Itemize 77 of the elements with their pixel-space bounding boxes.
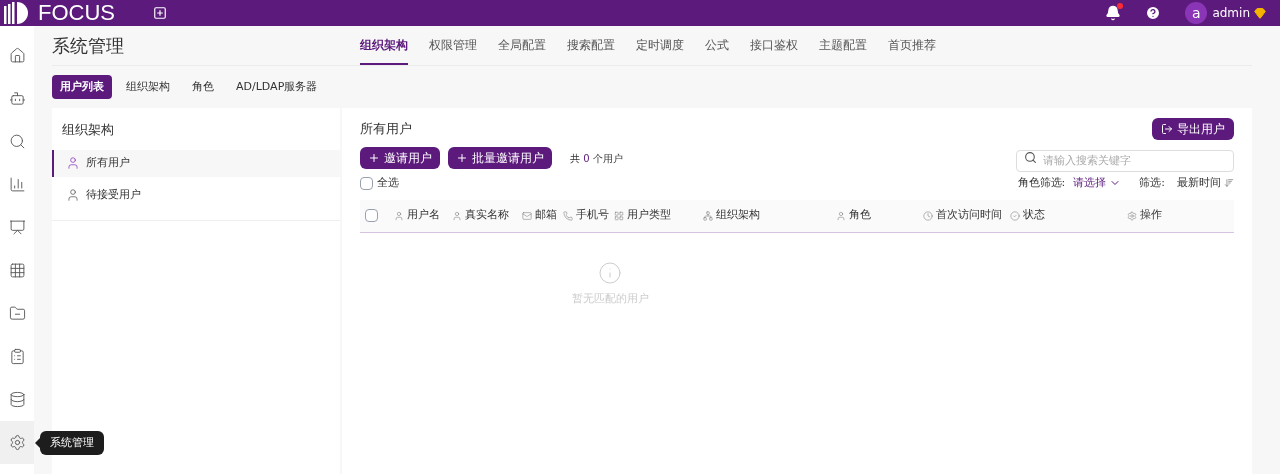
search-icon bbox=[8, 133, 26, 150]
home-icon bbox=[8, 47, 26, 64]
logo-icon bbox=[4, 2, 30, 24]
nav-tab[interactable]: 权限管理 bbox=[429, 26, 477, 65]
info-icon bbox=[598, 260, 622, 285]
nav-tab[interactable]: 接口鉴权 bbox=[750, 26, 798, 65]
presentation-icon bbox=[8, 219, 26, 236]
nav-tab[interactable]: 定时调度 bbox=[636, 26, 684, 65]
sub-tab[interactable]: AD/LDAP服务器 bbox=[228, 74, 326, 100]
notification-bell-icon[interactable] bbox=[1105, 5, 1122, 21]
column-header: 真实名称 bbox=[465, 207, 509, 224]
clock-icon bbox=[923, 210, 933, 221]
sub-tab[interactable]: 角色 bbox=[184, 74, 222, 100]
column-header: 首次访问时间 bbox=[936, 207, 1002, 224]
help-icon[interactable] bbox=[1145, 5, 1162, 21]
sub-tab[interactable]: 组织架构 bbox=[118, 74, 178, 100]
column-header: 用户名 bbox=[407, 207, 440, 224]
database-icon bbox=[8, 391, 26, 408]
panel-title: 组织架构 bbox=[61, 121, 115, 139]
settings-icon bbox=[1127, 210, 1137, 221]
nav-tab[interactable]: 主题配置 bbox=[819, 26, 867, 65]
nav-tab[interactable]: 公式 bbox=[705, 26, 729, 65]
user-icon bbox=[66, 188, 80, 202]
user-icon bbox=[836, 210, 846, 221]
diamond-icon bbox=[1254, 7, 1266, 19]
bar-chart-icon bbox=[8, 176, 26, 193]
export-icon bbox=[1161, 123, 1173, 135]
column-header: 角色 bbox=[849, 207, 871, 224]
user-avatar[interactable]: a bbox=[1185, 2, 1208, 24]
column-header: 邮箱 bbox=[535, 207, 557, 224]
invite-button[interactable]: 邀请用户 bbox=[360, 147, 440, 169]
role-filter-label: 角色筛选: bbox=[1017, 175, 1066, 191]
check-circle-icon bbox=[1010, 210, 1020, 221]
select-all-checkbox[interactable] bbox=[360, 176, 373, 190]
column-header: 操作 bbox=[1140, 207, 1162, 224]
user-icon bbox=[452, 210, 462, 221]
mail-icon bbox=[522, 210, 532, 221]
phone-icon bbox=[563, 210, 573, 221]
folder-icon bbox=[8, 305, 26, 322]
plus-icon bbox=[368, 152, 380, 164]
role-filter-dropdown[interactable]: 请选择 bbox=[1073, 175, 1122, 192]
user-icon bbox=[394, 210, 404, 221]
tooltip: 系统管理 bbox=[40, 431, 104, 455]
user-count: 共 0 个用户 bbox=[570, 151, 623, 166]
tree-item[interactable]: 所有用户 bbox=[52, 149, 340, 177]
search-icon bbox=[1024, 151, 1037, 164]
sort-label: 筛选: bbox=[1139, 175, 1165, 191]
sub-tab[interactable]: 用户列表 bbox=[52, 74, 112, 100]
nav-tab[interactable]: 组织架构 bbox=[360, 26, 408, 65]
page-title: 系统管理 bbox=[52, 34, 125, 58]
nav-tab[interactable]: 搜索配置 bbox=[567, 26, 615, 65]
nav-tab[interactable]: 首页推荐 bbox=[888, 26, 936, 65]
column-header: 手机号 bbox=[576, 207, 609, 224]
panel-title: 所有用户 bbox=[360, 120, 412, 139]
plus-icon bbox=[456, 152, 468, 164]
header-checkbox[interactable] bbox=[365, 209, 378, 222]
grid-icon bbox=[614, 210, 624, 221]
export-button[interactable]: 导出用户 bbox=[1152, 118, 1234, 140]
logo-text: FOCUS bbox=[38, 2, 115, 24]
add-icon[interactable] bbox=[153, 6, 167, 20]
sort-icon bbox=[1224, 178, 1234, 189]
table-icon bbox=[8, 262, 26, 279]
sort-dropdown[interactable]: 最新时间 bbox=[1177, 175, 1234, 192]
column-header: 用户类型 bbox=[627, 207, 671, 224]
column-header: 组织架构 bbox=[716, 207, 760, 224]
user-icon bbox=[66, 156, 80, 170]
select-all-label: 全选 bbox=[377, 175, 399, 191]
search-field[interactable]: 请输入搜索关键字 bbox=[1016, 149, 1234, 172]
nav-tab[interactable]: 全局配置 bbox=[498, 26, 546, 65]
column-header: 状态 bbox=[1023, 207, 1045, 224]
batch-invite-button[interactable]: 批量邀请用户 bbox=[448, 147, 552, 169]
settings-icon bbox=[8, 434, 26, 451]
tree-item[interactable]: 待接受用户 bbox=[52, 181, 340, 209]
robot-icon bbox=[8, 90, 26, 107]
clipboard-icon bbox=[8, 348, 26, 365]
user-name[interactable]: admin bbox=[1212, 4, 1250, 22]
org-icon bbox=[703, 210, 713, 221]
